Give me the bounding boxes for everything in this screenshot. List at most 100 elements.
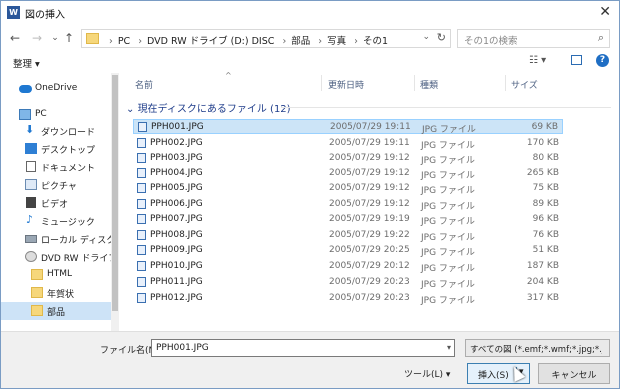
jpg-file-icon — [137, 168, 146, 178]
word-app-icon: W — [7, 6, 20, 19]
organize-button[interactable]: 整理 ▾ — [13, 56, 40, 70]
jpg-file-icon — [137, 230, 146, 240]
disk-icon — [25, 235, 37, 243]
column-header-date[interactable]: 更新日時 — [328, 78, 364, 91]
sort-ascending-icon: ^ — [225, 71, 232, 80]
file-type-filter[interactable]: すべての図 (*.emf;*.wmf;*.jpg;*.jp — [465, 339, 610, 357]
file-row[interactable]: PPH004.JPG 2005/07/29 19:12 JPG ファイル 265… — [133, 166, 563, 181]
breadcrumb-item[interactable]: 部品 — [291, 36, 310, 47]
computer-icon — [19, 109, 31, 120]
sidebar-item-local-disk[interactable]: ローカル ディスク (C — [1, 230, 113, 248]
group-divider — [281, 107, 611, 108]
sidebar-item-dvd-drive[interactable]: DVD RW ドライブ ( — [1, 248, 113, 266]
filter-value: すべての図 (*.emf;*.wmf;*.jpg;*.jp — [470, 345, 602, 355]
sidebar-item-nengajo[interactable]: 年賀状 — [1, 284, 113, 302]
file-row[interactable]: PPH007.JPG 2005/07/29 19:19 JPG ファイル 96 … — [133, 212, 563, 227]
chevron-down-icon[interactable]: ▾ — [447, 343, 451, 352]
navigation-bar: ← → ⌄ ↑ › PC › DVD RW ドライブ (D:) DISC › 部品 ›… — [1, 27, 619, 51]
breadcrumb-item[interactable]: DVD RW ドライブ (D:) DISC — [147, 36, 274, 47]
video-icon — [26, 197, 36, 208]
file-row[interactable]: PPH008.JPG 2005/07/29 19:22 JPG ファイル 76 … — [133, 228, 563, 243]
sidebar-item-html[interactable]: HTML — [1, 266, 113, 284]
search-icon: ⌕ — [597, 31, 604, 44]
desktop-icon — [25, 143, 37, 154]
jpg-file-icon — [137, 138, 146, 148]
jpg-file-icon — [137, 183, 146, 193]
column-divider[interactable] — [414, 75, 415, 91]
breadcrumb-item[interactable]: 写真 — [327, 36, 346, 47]
sidebar-item-onedrive[interactable]: OneDrive — [1, 80, 113, 98]
file-row[interactable]: PPH006.JPG 2005/07/29 19:12 JPG ファイル 89 … — [133, 197, 563, 212]
command-toolbar: 整理 ▾ ☷ ▾ ? — [1, 51, 619, 73]
cancel-label: キャンセル — [551, 371, 597, 381]
address-bar[interactable]: › PC › DVD RW ドライブ (D:) DISC › 部品 › 写真 › その1 … — [81, 29, 451, 48]
folder-icon — [31, 269, 43, 280]
filename-value: PPH001.JPG — [156, 343, 209, 353]
jpg-file-icon — [137, 261, 146, 271]
breadcrumb-item[interactable]: その1 — [363, 36, 388, 47]
sidebar-item-pictures[interactable]: ピクチャ — [1, 176, 113, 194]
sidebar-item-documents[interactable]: ドキュメント — [1, 158, 113, 176]
column-divider[interactable] — [321, 75, 322, 91]
chevron-down-icon[interactable]: ⌄ — [422, 32, 430, 42]
sidebar-item-videos[interactable]: ビデオ — [1, 194, 113, 212]
chevron-down-icon: ⌄ — [126, 104, 138, 115]
dialog-footer: ファイル名(N): PPH001.JPG ▾ すべての図 (*.emf;*.wm… — [1, 331, 619, 388]
tools-button[interactable]: ツール(L) ▾ — [404, 367, 450, 380]
jpg-file-icon — [137, 153, 146, 163]
search-input[interactable]: その1の検索 ⌕ — [457, 29, 610, 48]
filename-field[interactable]: PPH001.JPG ▾ — [151, 339, 455, 357]
document-icon — [26, 161, 36, 172]
up-icon[interactable]: ↑ — [61, 30, 77, 46]
file-group-header[interactable]: ⌄ 現在ディスクにあるファイル (12) — [126, 100, 611, 115]
preview-pane-icon[interactable] — [571, 55, 582, 65]
refresh-icon[interactable]: ↻ — [437, 31, 446, 44]
search-placeholder: その1の検索 — [464, 36, 518, 47]
cloud-icon — [19, 85, 32, 93]
breadcrumb-item[interactable]: PC — [118, 36, 130, 47]
download-icon: ⬇ — [25, 123, 35, 136]
file-row[interactable]: PPH001.JPG 2005/07/29 19:11 JPG ファイル 69 … — [133, 119, 563, 135]
jpg-file-icon — [137, 199, 146, 209]
view-options-icon[interactable]: ☷ ▾ — [529, 55, 546, 66]
sidebar-item-downloads[interactable]: ⬇ ダウンロード — [1, 122, 113, 140]
forward-icon[interactable]: → — [29, 30, 45, 46]
close-icon[interactable]: ✕ — [599, 4, 611, 20]
file-row[interactable]: PPH003.JPG 2005/07/29 19:12 JPG ファイル 80 … — [133, 151, 563, 166]
folder-icon — [86, 33, 99, 44]
folder-icon — [31, 287, 43, 298]
back-icon[interactable]: ← — [7, 30, 23, 46]
file-row[interactable]: PPH009.JPG 2005/07/29 20:25 JPG ファイル 51 … — [133, 243, 563, 258]
folder-icon — [31, 305, 43, 316]
file-row[interactable]: PPH005.JPG 2005/07/29 19:12 JPG ファイル 75 … — [133, 181, 563, 196]
group-label: 現在ディスクにあるファイル (12) — [137, 104, 291, 115]
title-bar: W 図の挿入 ✕ — [1, 1, 619, 25]
insert-label: 挿入(S) — [478, 371, 509, 381]
jpg-file-icon — [138, 122, 147, 132]
column-divider[interactable] — [505, 75, 506, 91]
file-row[interactable]: PPH002.JPG 2005/07/29 19:11 JPG ファイル 170… — [133, 136, 563, 151]
file-row[interactable]: PPH012.JPG 2005/07/29 20:23 JPG ファイル 317… — [133, 291, 563, 306]
sidebar-scrollbar[interactable] — [111, 73, 119, 331]
cancel-button[interactable]: キャンセル — [538, 363, 610, 384]
jpg-file-icon — [137, 293, 146, 303]
jpg-file-icon — [137, 277, 146, 287]
column-header-size[interactable]: サイズ — [511, 78, 538, 91]
window-title: 図の挿入 — [25, 10, 65, 21]
sidebar-item-music[interactable]: ♪ ミュージック — [1, 212, 113, 230]
music-icon: ♪ — [26, 213, 34, 226]
jpg-file-icon — [137, 245, 146, 255]
picture-icon — [25, 179, 37, 190]
column-header-type[interactable]: 種類 — [420, 78, 438, 91]
file-row[interactable]: PPH010.JPG 2005/07/29 20:12 JPG ファイル 187… — [133, 259, 563, 274]
sidebar-item-buhin[interactable]: 部品 — [1, 302, 113, 320]
column-header-name[interactable]: 名前 — [135, 78, 153, 91]
file-row[interactable]: PPH011.JPG 2005/07/29 20:23 JPG ファイル 204… — [133, 275, 563, 290]
sidebar-item-desktop[interactable]: デスクトップ — [1, 140, 113, 158]
scrollbar-thumb[interactable] — [112, 75, 118, 311]
navigation-pane: OneDrive PC ⬇ ダウンロード デスクトップ ドキュメント ピクチャ … — [1, 73, 119, 331]
dvd-icon — [25, 251, 37, 262]
help-icon[interactable]: ? — [596, 54, 609, 67]
insert-picture-dialog: W 図の挿入 ✕ ← → ⌄ ↑ › PC › DVD RW ドライブ (D:) D… — [0, 0, 620, 389]
file-list: 名前 ^ 更新日時 種類 サイズ ⌄ 現在ディスクにあるファイル (12) PP… — [121, 71, 619, 331]
